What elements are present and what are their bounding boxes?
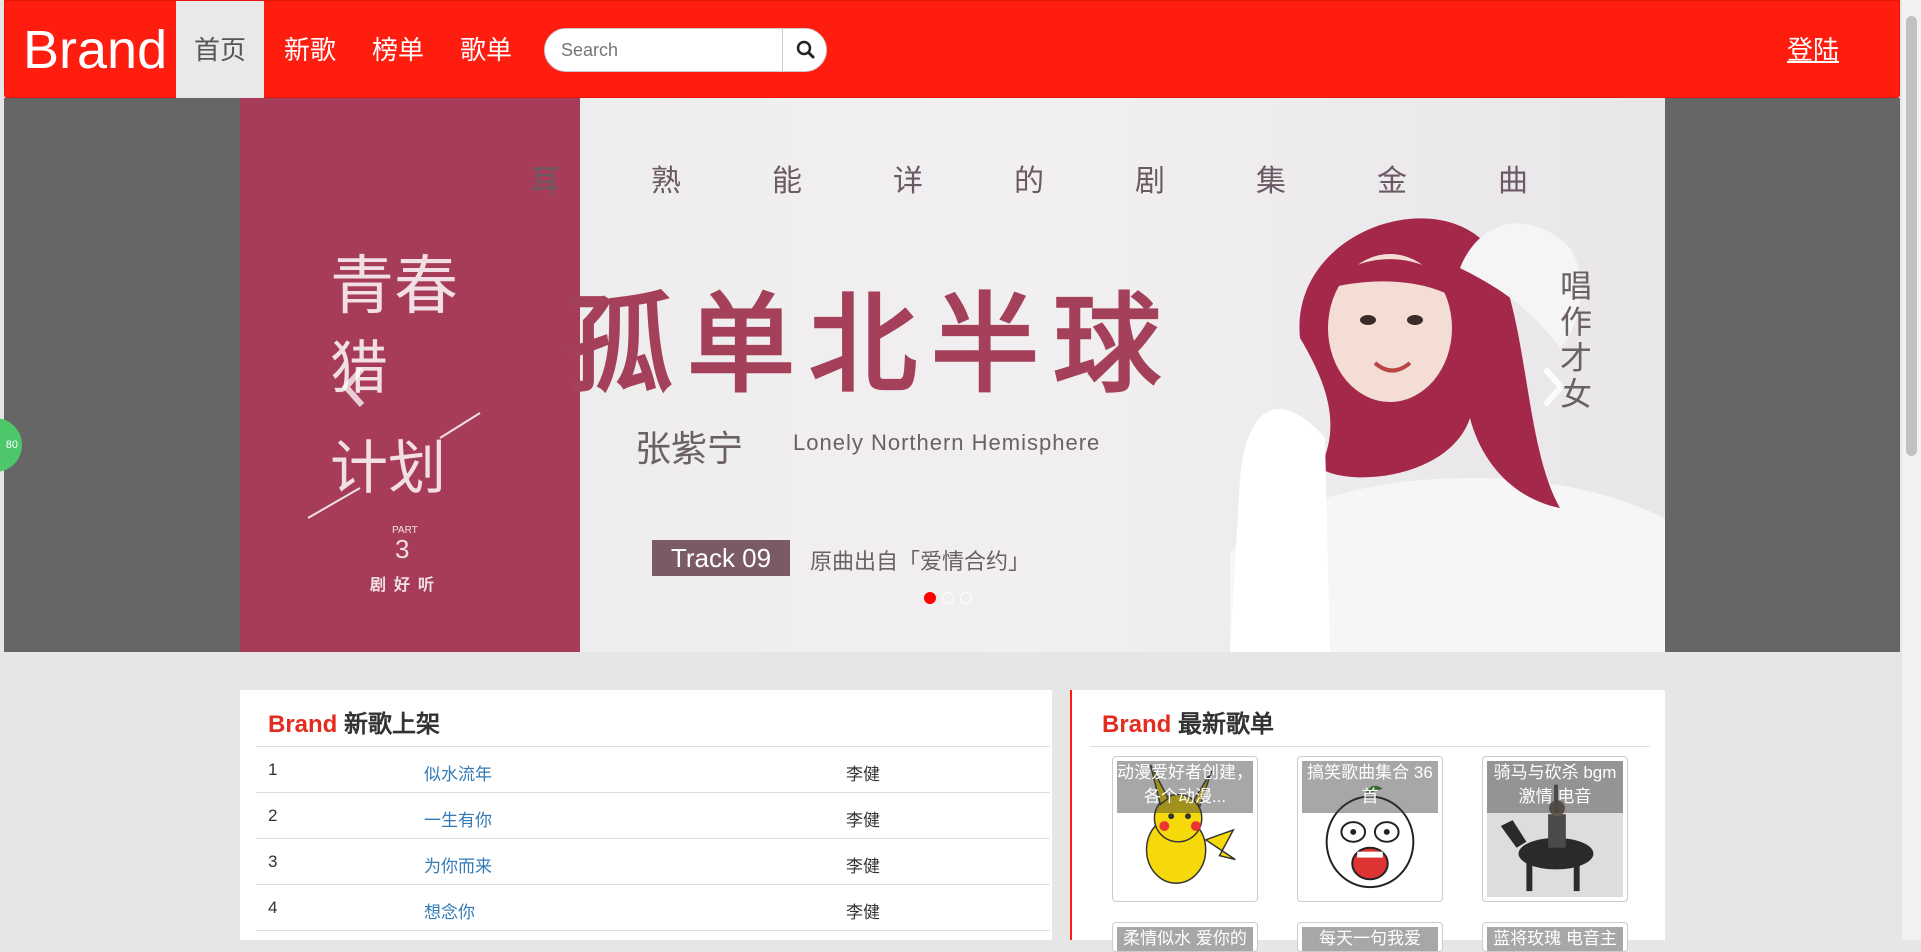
carousel-indicator-3[interactable] — [960, 592, 972, 604]
search-box — [544, 28, 827, 72]
banner-track-label: Track 09 — [652, 540, 790, 576]
banner-left-panel: 青春 猎 计划 PART 3 剧好听 — [240, 98, 580, 652]
playlists-heading: Brand 最新歌单 — [1102, 704, 1274, 739]
playlist-card[interactable]: 搞笑歌曲集合 36首 — [1297, 756, 1443, 902]
playlist-caption: 动漫爱好者创建，各个动漫... — [1117, 761, 1253, 813]
new-songs-heading-brand: Brand — [268, 711, 338, 738]
top-navbar: Brand 首页 新歌 榜单 歌单 登陆 — [4, 0, 1900, 99]
playlist-card[interactable]: 每天一句我爱 — [1297, 922, 1443, 952]
playlist-card[interactable]: 骑马与砍杀 bgm 激情 电音 — [1482, 756, 1628, 902]
song-number: 1 — [268, 760, 278, 779]
search-icon — [796, 40, 815, 59]
nav-item-playlists[interactable]: 歌单 — [442, 1, 530, 99]
tagline-char: 熟 — [651, 165, 683, 198]
tagline-char: 耳 — [530, 165, 562, 198]
banner-english-title: Lonely Northern Hemisphere — [793, 430, 1101, 455]
song-artist: 李健 — [846, 857, 880, 876]
tagline-char: 剧 — [1135, 165, 1167, 198]
new-songs-heading-text: 新歌上架 — [344, 711, 441, 738]
playlists-heading-text: 最新歌单 — [1178, 711, 1275, 738]
left-art-title-3: 计划 — [330, 436, 446, 501]
nav-item-charts[interactable]: 榜单 — [354, 1, 442, 99]
nav-item-new-songs[interactable]: 新歌 — [266, 1, 354, 99]
page-scrollbar[interactable] — [1902, 0, 1921, 940]
banner-origin-text: 原曲出自「爱情合约」 — [810, 549, 1031, 574]
login-link[interactable]: 登陆 — [1787, 1, 1839, 99]
playlist-caption: 骑马与砍杀 bgm 激情 电音 — [1487, 761, 1623, 813]
song-title-link[interactable]: 为你而来 — [424, 852, 492, 877]
tagline-char: 详 — [893, 165, 925, 198]
playlist-caption: 搞笑歌曲集合 36首 — [1302, 761, 1438, 813]
tagline-char: 能 — [772, 165, 804, 198]
left-art-title-1: 青春 — [330, 251, 458, 322]
left-art-number: 3 — [395, 534, 409, 564]
new-songs-table: 1 似水流年 李健 2 一生有你 李健 3 为你而来 李健 4 想念你 李健 — [256, 746, 1050, 931]
song-title-link[interactable]: 一生有你 — [424, 806, 492, 831]
carousel-indicator-1[interactable] — [924, 592, 936, 604]
song-number: 3 — [268, 852, 278, 871]
playlist-card[interactable]: 动漫爱好者创建，各个动漫... — [1112, 756, 1258, 902]
table-row: 3 为你而来 李健 — [256, 839, 1050, 885]
tagline-char: 的 — [1014, 165, 1046, 198]
scrollbar-thumb[interactable] — [1906, 16, 1917, 456]
song-number: 4 — [268, 898, 278, 917]
banner-singer-photo — [1230, 218, 1665, 652]
song-number: 2 — [268, 806, 278, 825]
playlists-heading-brand: Brand — [1102, 711, 1172, 738]
table-row: 1 似水流年 李健 — [256, 747, 1050, 793]
new-songs-heading: Brand 新歌上架 — [268, 704, 440, 739]
new-songs-panel: Brand 新歌上架 1 似水流年 李健 2 一生有你 李健 3 为你而来 李健… — [240, 690, 1052, 940]
divider — [1090, 746, 1650, 747]
playlist-card[interactable]: 柔情似水 爱你的 — [1112, 922, 1258, 952]
carousel-prev-icon[interactable] — [338, 363, 370, 411]
song-title-link[interactable]: 似水流年 — [424, 760, 492, 785]
carousel-indicators — [924, 592, 972, 604]
table-row: 2 一生有你 李健 — [256, 793, 1050, 839]
song-artist: 李健 — [846, 765, 880, 784]
playlist-card[interactable]: 蓝将玫瑰 电音主 — [1482, 922, 1628, 952]
carousel-indicator-2[interactable] — [942, 592, 954, 604]
search-button[interactable] — [782, 29, 826, 71]
banner-left-artwork: 青春 猎 计划 PART 3 剧好听 — [307, 251, 481, 594]
song-artist: 李健 — [846, 903, 880, 922]
banner-singer: 张紫宁 — [635, 429, 744, 469]
search-input[interactable] — [545, 29, 780, 71]
nav-item-home[interactable]: 首页 — [176, 1, 264, 99]
latest-playlists-panel: Brand 最新歌单 动漫爱好者创建，各个动漫... 搞笑歌曲集合 36首 骑马… — [1070, 690, 1665, 952]
song-artist: 李健 — [846, 811, 880, 830]
banner-carousel[interactable]: 青春 猎 计划 PART 3 剧好听 耳 熟 能 详 的 剧 集 金 曲 孤单北… — [240, 98, 1665, 652]
song-title-link[interactable]: 想念你 — [424, 898, 475, 923]
table-row: 4 想念你 李健 — [256, 885, 1050, 931]
left-art-sub: 剧好听 — [370, 575, 442, 594]
banner-song-title: 孤单北半球 — [565, 287, 1176, 406]
brand-logo[interactable]: Brand — [23, 15, 167, 85]
carousel-next-icon[interactable] — [1537, 363, 1569, 411]
